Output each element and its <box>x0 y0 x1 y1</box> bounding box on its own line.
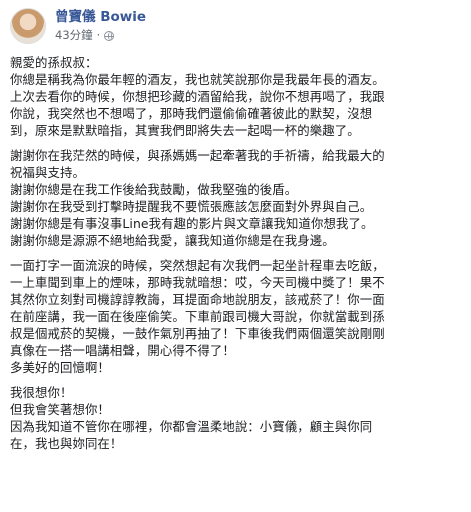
post-line: 其然你立刻對司機諄諄教誨，耳提面命地說朋友，該戒菸了！你一面 <box>10 292 385 307</box>
post-line: 親愛的孫叔叔： <box>10 55 98 70</box>
post-line: 叔是個戒菸的契機，一鼓作氣別再抽了！下車後我們兩個還笑說剛剛 <box>10 326 385 341</box>
time-row: 43分鐘 · <box>55 28 146 43</box>
post-line: 真像在一搭一唱講相聲，開心得不得了！ <box>10 343 235 358</box>
post-line: 你說，我突然也不想喝了，那時我們還偷偷確著彼此的默契，沒想 <box>10 106 373 121</box>
author-name[interactable]: 曾寶儀 Bowie <box>55 9 146 26</box>
facebook-post: 曾寶儀 Bowie 43分鐘 · 親愛的孫叔叔： 你總是稱我為你最年輕的酒友，我… <box>0 0 471 512</box>
post-line: 但我會笑著想你！ <box>10 402 110 417</box>
post-line: 謝謝你總是源源不絕地給我愛，讓我知道你總是在我身邊。 <box>10 233 335 248</box>
post-meta: 曾寶儀 Bowie 43分鐘 · <box>55 9 146 43</box>
author-avatar[interactable] <box>10 8 46 44</box>
post-line: 一上車聞到車上的煙味，那時我就暗想：哎，今天司機中獎了！果不 <box>10 275 385 290</box>
post-line: 多美好的回憶啊！ <box>10 360 110 375</box>
post-line: 一面打字一面流淚的時候，突然想起有次我們一起坐計程車去吃飯， <box>10 258 385 273</box>
post-text: 親愛的孫叔叔： 你總是稱我為你最年輕的酒友，我也就笑說那你是我最年長的酒友。 上… <box>10 54 466 452</box>
post-line: 在，我也與妳同在！ <box>10 436 123 451</box>
post-line: 謝謝你在我茫然的時候，與孫媽媽一起牽著我的手祈禱，給我最大的 <box>10 148 385 163</box>
post-timestamp[interactable]: 43分鐘 <box>55 28 93 43</box>
post-line: 謝謝你總是在我工作後給我鼓勵，做我堅強的後盾。 <box>10 182 298 197</box>
globe-icon <box>104 30 115 41</box>
post-line: 因為我知道不管你在哪裡，你都會溫柔地說：小寶儀，顧主與你同 <box>10 419 373 434</box>
post-line: 謝謝你在我受到打擊時提醒我不要慌張應該怎麼面對外界與自己。 <box>10 199 373 214</box>
separator-dot: · <box>96 28 101 42</box>
post-header: 曾寶儀 Bowie 43分鐘 · <box>10 6 146 46</box>
post-line: 謝謝你總是有事沒事Line我有趣的影片與文章讓我知道你想我了。 <box>10 216 374 231</box>
post-line: 祝福與支持。 <box>10 165 85 180</box>
post-line: 你總是稱我為你最年輕的酒友，我也就笑說那你是我最年長的酒友。 <box>10 72 385 87</box>
post-line: 上次去看你的時候，你想把珍藏的酒留給我，說你不想再喝了，我跟 <box>10 89 385 104</box>
post-line: 在前座講，我一面在後座偷笑。下車前跟司機大哥說，你就當載到孫 <box>10 309 385 324</box>
post-line: 我很想你！ <box>10 385 73 400</box>
post-line: 到，原來是默默暗指，其實我們即將失去一起喝一杯的樂趣了。 <box>10 123 360 138</box>
